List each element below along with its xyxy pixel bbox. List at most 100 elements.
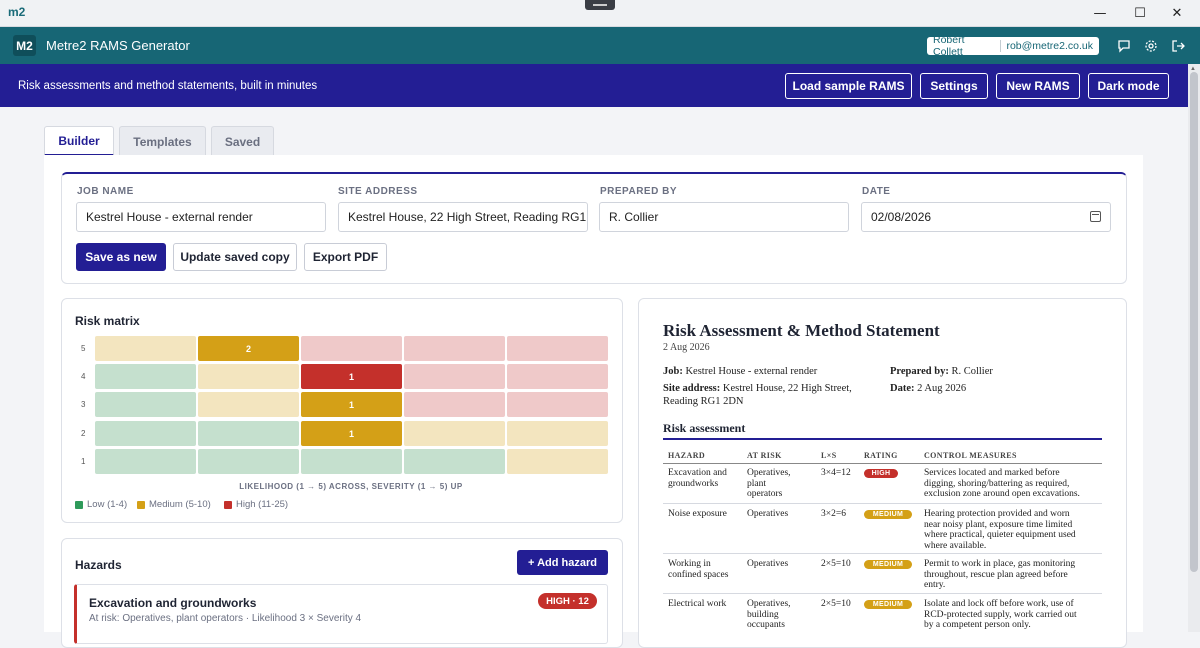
- col-at-risk: AT RISK: [747, 451, 782, 460]
- window-titlebar: m2 — ☐ ✕: [0, 0, 1200, 27]
- matrix-cell[interactable]: [95, 336, 196, 361]
- severity-label: 3: [81, 400, 86, 409]
- row-lxs: 2×5=10: [821, 559, 851, 569]
- row-control: Permit to work in place, gas monitoring: [924, 559, 1076, 569]
- severity-label: 2: [81, 429, 86, 438]
- chat-icon[interactable]: [1116, 38, 1132, 54]
- matrix-cell[interactable]: [507, 336, 608, 361]
- drag-handle[interactable]: [585, 0, 615, 10]
- row-control: exclusion zone around open excavations.: [924, 489, 1080, 499]
- tab-saved[interactable]: Saved: [211, 126, 274, 156]
- row-control: by a competent person only.: [924, 620, 1031, 630]
- row-control: near noisy plant, exposure time limited: [924, 519, 1073, 530]
- prepared-by-input[interactable]: R. Collier: [599, 202, 849, 232]
- export-pdf-button[interactable]: Export PDF: [304, 243, 387, 271]
- risk-matrix-title: Risk matrix: [75, 314, 140, 328]
- row-at-risk: occupants: [747, 620, 785, 630]
- row-control: Hearing protection provided and worn: [924, 509, 1070, 519]
- matrix-cell[interactable]: 1: [301, 392, 402, 417]
- matrix-cell[interactable]: [95, 364, 196, 389]
- doc-section-title: Risk assessment: [663, 421, 1102, 440]
- row-lxs: 3×4=12: [821, 468, 851, 478]
- matrix-cell[interactable]: [301, 449, 402, 474]
- col-controls: CONTROL MEASURES: [924, 451, 1017, 460]
- row-divider: [663, 503, 1102, 504]
- matrix-cell[interactable]: [404, 336, 505, 361]
- row-at-risk: plant: [747, 478, 766, 489]
- calendar-icon[interactable]: [1090, 211, 1101, 222]
- matrix-cell[interactable]: [507, 364, 608, 389]
- scrollbar[interactable]: ▲: [1188, 64, 1200, 632]
- matrix-cell[interactable]: [198, 392, 299, 417]
- dark-mode-button[interactable]: Dark mode: [1088, 73, 1169, 99]
- doc-site-line2: Reading RG1 2DN: [663, 396, 744, 407]
- logout-icon[interactable]: [1170, 38, 1186, 54]
- matrix-cell[interactable]: [404, 392, 505, 417]
- legend-low: Low (1-4): [75, 499, 127, 510]
- legend-swatch-high: [224, 500, 232, 509]
- matrix-cell[interactable]: 1: [301, 364, 402, 389]
- date-value: 02/08/2026: [871, 210, 932, 224]
- matrix-cell[interactable]: [198, 364, 299, 389]
- table-header-line: [663, 463, 1102, 464]
- date-label: DATE: [862, 186, 891, 197]
- tab-builder[interactable]: Builder: [44, 126, 114, 156]
- job-name-input[interactable]: Kestrel House - external render: [76, 202, 326, 232]
- hazards-title: Hazards: [75, 558, 122, 572]
- matrix-cell[interactable]: [198, 449, 299, 474]
- user-badge[interactable]: Robert Collett rob@metre2.co.uk: [927, 34, 1099, 58]
- severity-label: 1: [81, 457, 86, 466]
- matrix-cell[interactable]: [95, 421, 196, 446]
- matrix-cell[interactable]: [507, 392, 608, 417]
- site-address-input[interactable]: Kestrel House, 22 High Street, Reading R…: [338, 202, 588, 232]
- col-rating: RATING: [864, 451, 898, 460]
- row-rating-badge: HIGH: [864, 469, 898, 478]
- user-email: rob@metre2.co.uk: [1006, 40, 1093, 52]
- row-at-risk: building: [747, 609, 779, 620]
- scroll-thumb[interactable]: [1190, 72, 1198, 572]
- matrix-cell[interactable]: [404, 421, 505, 446]
- matrix-cell[interactable]: [404, 449, 505, 474]
- tagline: Risk assessments and method statements, …: [18, 80, 318, 92]
- row-control: where available.: [924, 540, 987, 551]
- save-as-new-button[interactable]: Save as new: [76, 243, 166, 271]
- doc-site-label: Site address:: [663, 383, 721, 394]
- hero-banner: Risk assessments and method statements, …: [0, 64, 1188, 107]
- app-logo: M2: [13, 35, 36, 56]
- matrix-cell[interactable]: [95, 392, 196, 417]
- row-at-risk: Operatives: [747, 509, 789, 519]
- new-rams-button[interactable]: New RAMS: [996, 73, 1080, 99]
- legend-medium: Medium (5-10): [137, 499, 211, 510]
- row-hazard: Electrical work: [668, 599, 727, 609]
- col-hazard: HAZARD: [668, 451, 706, 460]
- settings-button[interactable]: Settings: [920, 73, 988, 99]
- load-sample-button[interactable]: Load sample RAMS: [785, 73, 912, 99]
- legend-swatch-medium: [137, 500, 145, 509]
- tab-templates[interactable]: Templates: [119, 126, 206, 156]
- add-hazard-button[interactable]: + Add hazard: [517, 550, 608, 575]
- matrix-cell[interactable]: [507, 421, 608, 446]
- row-control: Services located and marked before: [924, 468, 1060, 478]
- matrix-cell[interactable]: 2: [198, 336, 299, 361]
- matrix-cell[interactable]: [301, 336, 402, 361]
- doc-date-line: Date: 2 Aug 2026: [890, 382, 966, 395]
- matrix-cell[interactable]: [198, 421, 299, 446]
- matrix-cell[interactable]: [507, 449, 608, 474]
- doc-site: Site address: Kestrel House, 22 High Str…: [663, 382, 852, 408]
- severity-label: 4: [81, 372, 86, 381]
- matrix-axis-caption: LIKELIHOOD (1 → 5) ACROSS, SEVERITY (1 →…: [239, 482, 463, 491]
- close-button[interactable]: ✕: [1154, 0, 1200, 27]
- app-title: Metre2 RAMS Generator: [46, 38, 190, 53]
- matrix-cell[interactable]: [95, 449, 196, 474]
- doc-site-line1: Kestrel House, 22 High Street,: [722, 383, 852, 394]
- app-logo-icon: m2: [8, 5, 26, 19]
- row-at-risk: operators: [747, 489, 783, 499]
- update-saved-button[interactable]: Update saved copy: [173, 243, 297, 271]
- date-input[interactable]: 02/08/2026: [861, 202, 1111, 232]
- gear-icon[interactable]: [1143, 38, 1159, 54]
- doc-job-value: Kestrel House - external render: [685, 366, 818, 377]
- row-control: RCD-protected supply, work carried out: [924, 609, 1077, 620]
- matrix-cell[interactable]: [404, 364, 505, 389]
- matrix-cell[interactable]: 1: [301, 421, 402, 446]
- job-name-label: JOB NAME: [77, 186, 134, 197]
